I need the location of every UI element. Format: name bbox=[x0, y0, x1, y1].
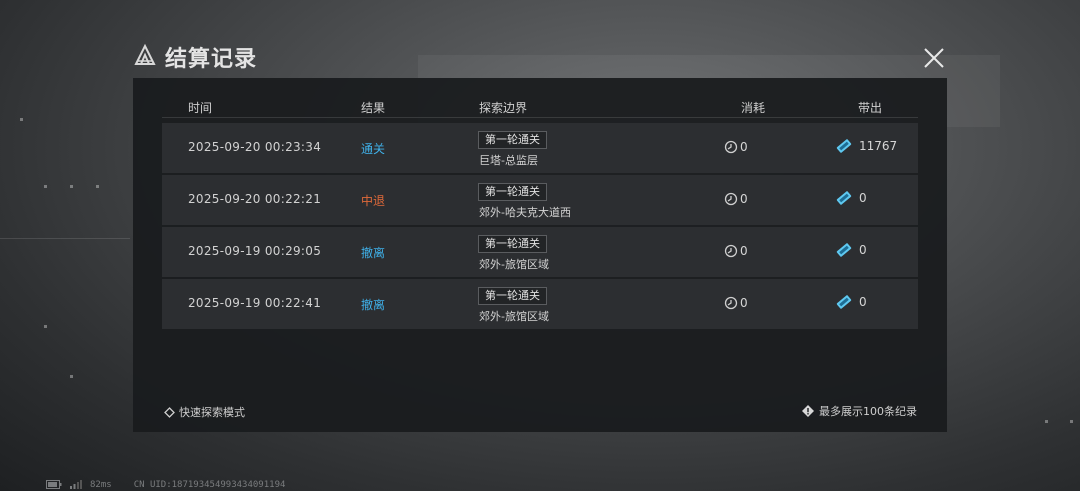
quick-explore-mode-toggle[interactable]: 快速探索模式 bbox=[164, 404, 245, 420]
table-row[interactable]: 2025-09-20 00:23:34 通关 第一轮通关 巨塔-总监层 0 11… bbox=[162, 123, 918, 173]
clock-icon bbox=[724, 296, 738, 310]
signal-icon bbox=[70, 480, 82, 489]
row-area: 郊外-旅馆区域 bbox=[479, 258, 549, 271]
row-bring-value: 0 bbox=[859, 295, 867, 309]
row-bring-value: 11767 bbox=[859, 139, 898, 153]
table-row[interactable]: 2025-09-19 00:29:05 撤离 第一轮通关 郊外-旅馆区域 0 0 bbox=[162, 227, 918, 277]
row-result: 撤离 bbox=[361, 246, 386, 260]
ping-value: 82ms bbox=[90, 479, 112, 490]
battery-icon bbox=[46, 480, 62, 489]
record-limit-label: 最多展示100条纪录 bbox=[819, 405, 917, 418]
table-row[interactable]: 2025-09-20 00:22:21 中退 第一轮通关 郊外-哈夫克大道西 0… bbox=[162, 175, 918, 225]
close-button[interactable] bbox=[918, 42, 950, 74]
row-area: 郊外-旅馆区域 bbox=[479, 310, 549, 323]
row-bring: 11767 bbox=[835, 137, 897, 155]
header-bring: 带出 bbox=[858, 101, 883, 115]
row-time: 2025-09-19 00:22:41 bbox=[188, 296, 322, 310]
row-round-tag: 第一轮通关 bbox=[478, 235, 547, 253]
row-bring: 0 bbox=[835, 293, 867, 311]
header-result: 结果 bbox=[361, 101, 386, 115]
table-row[interactable]: 2025-09-19 00:22:41 撤离 第一轮通关 郊外-旅馆区域 0 0 bbox=[162, 279, 918, 329]
row-round-tag: 第一轮通关 bbox=[478, 131, 547, 149]
row-consume-value: 0 bbox=[740, 140, 748, 154]
row-bring-value: 0 bbox=[859, 191, 867, 205]
ticket-icon bbox=[836, 295, 852, 309]
row-round-tag: 第一轮通关 bbox=[478, 287, 547, 305]
row-consume-value: 0 bbox=[740, 244, 748, 258]
row-result: 撤离 bbox=[361, 298, 386, 312]
row-consume: 0 bbox=[724, 244, 748, 258]
row-consume-value: 0 bbox=[740, 296, 748, 310]
row-result: 中退 bbox=[361, 194, 386, 208]
ticket-icon bbox=[836, 243, 852, 257]
row-round-tag: 第一轮通关 bbox=[478, 183, 547, 201]
table-header: 时间 结果 探索边界 消耗 带出 bbox=[162, 98, 918, 118]
diamond-icon bbox=[164, 406, 175, 418]
row-consume: 0 bbox=[724, 296, 748, 310]
clock-icon bbox=[724, 140, 738, 154]
row-bring: 0 bbox=[835, 241, 867, 259]
status-bar: 82ms CN UID:187193454993434091194 bbox=[46, 478, 285, 491]
row-area: 巨塔-总监层 bbox=[479, 154, 538, 167]
window-title-bar: 结算记录 bbox=[133, 42, 257, 72]
row-time: 2025-09-20 00:22:21 bbox=[188, 192, 322, 206]
row-consume: 0 bbox=[724, 140, 748, 154]
row-bring-value: 0 bbox=[859, 243, 867, 257]
close-icon bbox=[924, 48, 944, 68]
row-consume: 0 bbox=[724, 192, 748, 206]
row-time: 2025-09-19 00:29:05 bbox=[188, 244, 322, 258]
ticket-icon bbox=[836, 191, 852, 205]
page-title: 结算记录 bbox=[165, 47, 258, 72]
header-time: 时间 bbox=[188, 101, 213, 115]
settlement-records-panel: 时间 结果 探索边界 消耗 带出 2025-09-20 00:23:34 通关 … bbox=[133, 78, 947, 432]
row-area: 郊外-哈夫克大道西 bbox=[479, 206, 571, 219]
row-consume-value: 0 bbox=[740, 192, 748, 206]
user-uid: CN UID:187193454993434091194 bbox=[133, 479, 286, 490]
quick-explore-mode-label: 快速探索模式 bbox=[179, 406, 245, 419]
header-consume: 消耗 bbox=[741, 101, 766, 115]
clock-icon bbox=[724, 192, 738, 206]
triangle-logo-icon bbox=[133, 43, 157, 71]
clock-icon bbox=[724, 244, 738, 258]
info-diamond-icon bbox=[802, 405, 814, 417]
header-frontier: 探索边界 bbox=[479, 101, 528, 115]
record-limit-note: 最多展示100条纪录 bbox=[801, 403, 917, 419]
ticket-icon bbox=[836, 139, 852, 153]
row-bring: 0 bbox=[835, 189, 867, 207]
row-time: 2025-09-20 00:23:34 bbox=[188, 140, 322, 154]
row-result: 通关 bbox=[361, 142, 386, 156]
